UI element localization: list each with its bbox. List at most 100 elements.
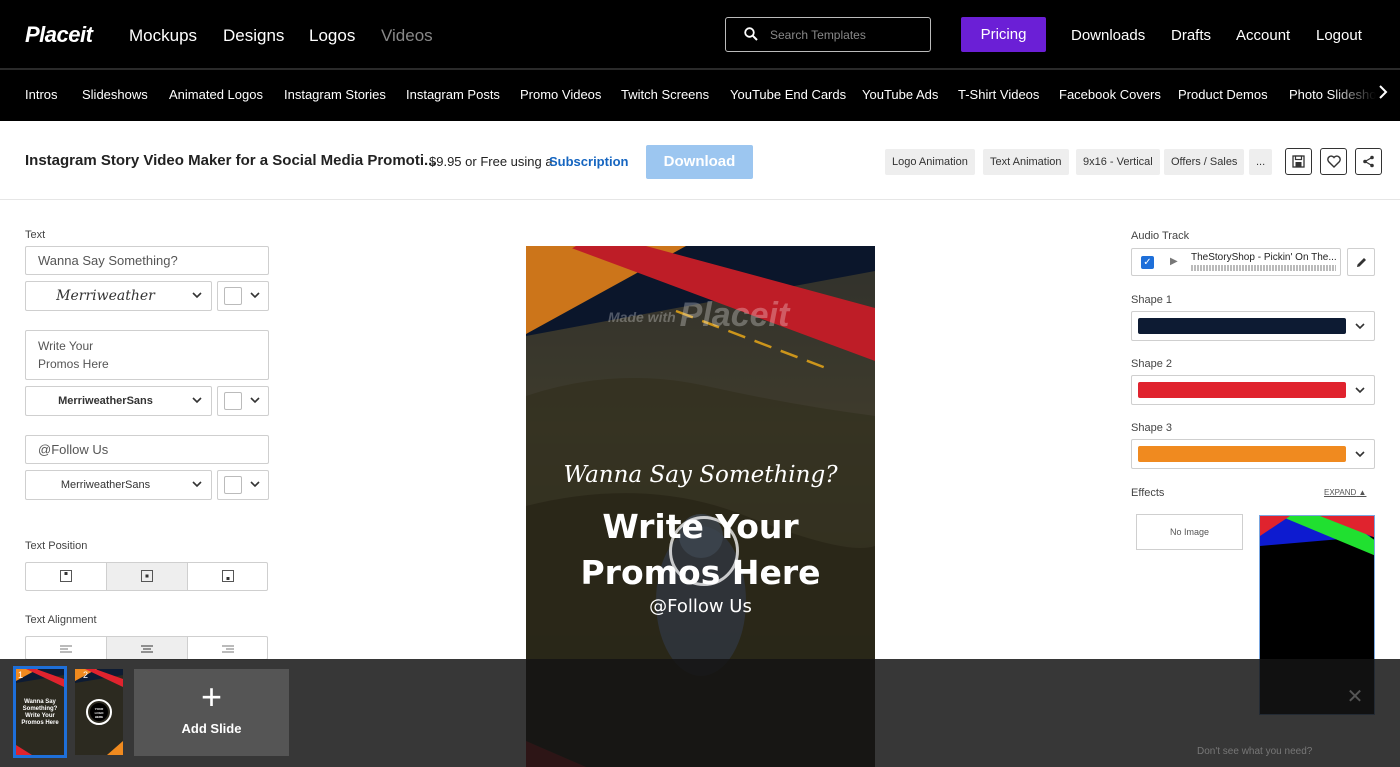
- slide-2-number: 2: [83, 670, 89, 680]
- text-position-label: Text Position: [25, 540, 88, 552]
- shape-2-color-select[interactable]: [1131, 375, 1375, 405]
- font-name-2: MerriweatherSans: [58, 395, 153, 407]
- text-alignment-control: [25, 636, 268, 660]
- color-select-2[interactable]: [217, 386, 269, 416]
- tag-more[interactable]: ...: [1249, 149, 1273, 175]
- text-field-2[interactable]: Write Your Promos Here: [25, 330, 269, 380]
- product-price: $9.95 or Free using a: [429, 154, 553, 169]
- category-youtube-end-cards[interactable]: YouTube End Cards: [730, 87, 846, 102]
- category-bar: Intros Slideshows Animated Logos Instagr…: [0, 70, 1400, 121]
- favorite-button[interactable]: [1320, 148, 1347, 175]
- font-select-2[interactable]: MerriweatherSans: [25, 386, 212, 416]
- shape-2-label: Shape 2: [1131, 358, 1172, 370]
- slide-bar: 1 Wanna Say Something? Write Your Promos…: [0, 659, 1400, 767]
- align-center-button[interactable]: [107, 637, 188, 659]
- shape-1-swatch: [1138, 318, 1346, 334]
- shape-1-color-select[interactable]: [1131, 311, 1375, 341]
- font-name-1: Merriweather: [56, 288, 155, 304]
- text-field-1[interactable]: Wanna Say Something?: [25, 246, 269, 275]
- product-bar: Instagram Story Video Maker for a Social…: [0, 121, 1400, 200]
- color-select-1[interactable]: [217, 281, 269, 311]
- chevron-down-icon: [192, 481, 202, 488]
- pencil-icon: [1356, 258, 1366, 267]
- shape-2-swatch: [1138, 382, 1346, 398]
- text-label: Text: [25, 229, 46, 241]
- category-twitch-screens[interactable]: Twitch Screens: [621, 87, 709, 102]
- help-text[interactable]: Don't see what you need?: [1197, 746, 1312, 757]
- align-left-button[interactable]: [26, 637, 107, 659]
- chevron-down-icon: [1355, 387, 1365, 394]
- save-button[interactable]: [1285, 148, 1312, 175]
- chevron-down-icon: [1355, 451, 1365, 458]
- text-alignment-label: Text Alignment: [25, 614, 97, 626]
- tag-9x16-vertical[interactable]: 9x16 - Vertical: [1076, 149, 1160, 175]
- product-title: Instagram Story Video Maker for a Social…: [25, 152, 437, 169]
- pricing-button[interactable]: Pricing: [961, 17, 1046, 52]
- slide-thumb-2[interactable]: 2 YOUR LOGO HERE: [75, 669, 123, 755]
- effects-label: Effects: [1131, 487, 1165, 499]
- font-select-1[interactable]: Merriweather: [25, 281, 212, 311]
- logout-link[interactable]: Logout: [1316, 27, 1362, 44]
- category-instagram-posts[interactable]: Instagram Posts: [406, 87, 500, 102]
- text-position-control: [25, 562, 268, 591]
- subscription-link[interactable]: Subscription: [549, 154, 628, 169]
- save-icon: [1292, 155, 1305, 168]
- category-fade: [1330, 70, 1376, 121]
- category-intros[interactable]: Intros: [25, 87, 58, 102]
- tag-offers-sales[interactable]: Offers / Sales: [1164, 149, 1245, 175]
- nav-videos[interactable]: Videos: [381, 26, 433, 46]
- slide-1-text: Wanna Say Something? Write Your Promos H…: [21, 699, 59, 726]
- position-top-button[interactable]: [26, 563, 107, 590]
- category-tshirt-videos[interactable]: T-Shirt Videos: [958, 87, 1039, 102]
- chevron-down-icon: [250, 397, 260, 404]
- category-animated-logos[interactable]: Animated Logos: [169, 87, 263, 102]
- search-box[interactable]: Search Templates: [725, 17, 931, 52]
- category-slideshows[interactable]: Slideshows: [82, 87, 148, 102]
- add-slide-button[interactable]: + Add Slide: [134, 669, 289, 756]
- audio-checkbox[interactable]: ✓: [1141, 256, 1154, 269]
- preview-line-3: @Follow Us: [649, 596, 752, 617]
- edit-audio-button[interactable]: [1347, 248, 1375, 276]
- share-icon: [1363, 155, 1374, 168]
- shape-3-color-select[interactable]: [1131, 439, 1375, 469]
- share-button[interactable]: [1355, 148, 1382, 175]
- nav-logos[interactable]: Logos: [309, 26, 355, 46]
- category-promo-videos[interactable]: Promo Videos: [520, 87, 601, 102]
- color-swatch: [224, 287, 242, 305]
- effect-no-image[interactable]: No Image: [1136, 514, 1243, 550]
- slide-1-number: 1: [18, 670, 24, 680]
- drafts-link[interactable]: Drafts: [1171, 27, 1211, 44]
- play-icon[interactable]: [669, 516, 739, 586]
- play-icon[interactable]: ▶: [1170, 256, 1178, 267]
- align-left-icon: [60, 645, 72, 653]
- download-button[interactable]: Download: [646, 145, 753, 179]
- position-middle-button[interactable]: [107, 563, 188, 590]
- font-name-3: MerriweatherSans: [60, 479, 151, 491]
- nav-designs[interactable]: Designs: [223, 26, 284, 46]
- slide-thumb-1[interactable]: 1 Wanna Say Something? Write Your Promos…: [13, 666, 67, 758]
- position-bottom-button[interactable]: [188, 563, 268, 590]
- tag-text-animation[interactable]: Text Animation: [983, 149, 1069, 175]
- audio-waveform: [1191, 265, 1336, 271]
- search-input[interactable]: Search Templates: [770, 28, 866, 42]
- color-swatch: [224, 476, 242, 494]
- audio-track-player[interactable]: ✓ ▶ TheStoryShop - Pickin' On The...: [1131, 248, 1341, 276]
- chevron-right-icon[interactable]: [1378, 84, 1388, 105]
- color-select-3[interactable]: [217, 470, 269, 500]
- align-right-icon: [222, 645, 234, 653]
- account-link[interactable]: Account: [1236, 27, 1290, 44]
- text-field-3[interactable]: @Follow Us: [25, 435, 269, 464]
- category-instagram-stories[interactable]: Instagram Stories: [284, 87, 386, 102]
- category-facebook-covers[interactable]: Facebook Covers: [1059, 87, 1161, 102]
- placeit-logo[interactable]: Placeit: [25, 22, 93, 48]
- category-product-demos[interactable]: Product Demos: [1178, 87, 1268, 102]
- expand-link[interactable]: EXPAND ▲: [1324, 488, 1366, 497]
- close-icon[interactable]: ✕: [1342, 684, 1368, 710]
- nav-mockups[interactable]: Mockups: [129, 26, 197, 46]
- align-right-button[interactable]: [188, 637, 268, 659]
- tag-logo-animation[interactable]: Logo Animation: [885, 149, 975, 175]
- category-youtube-ads[interactable]: YouTube Ads: [862, 87, 938, 102]
- font-select-3[interactable]: MerriweatherSans: [25, 470, 212, 500]
- downloads-link[interactable]: Downloads: [1071, 27, 1145, 44]
- watermark-text: Placeit: [679, 296, 790, 334]
